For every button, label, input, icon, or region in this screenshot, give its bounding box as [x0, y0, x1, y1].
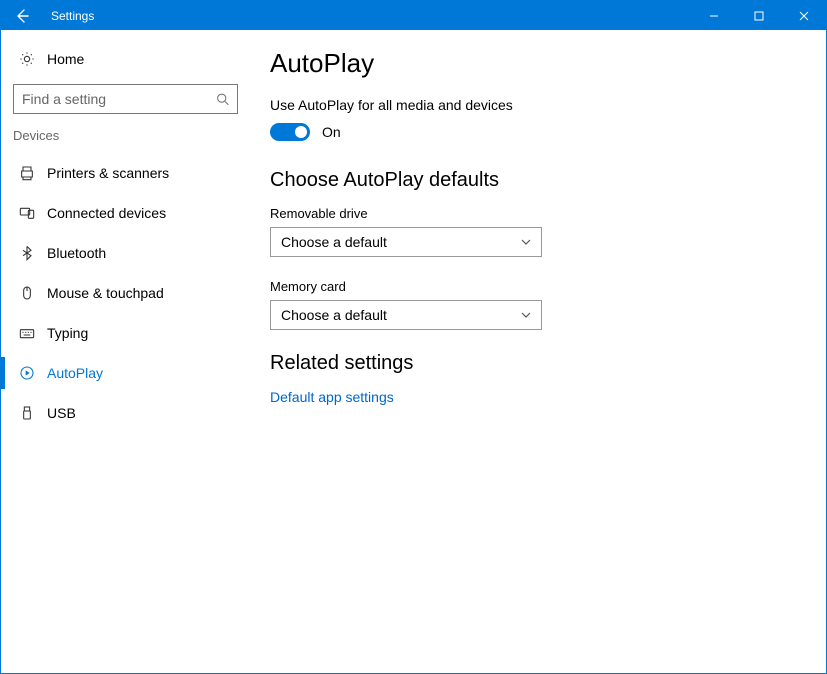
chevron-down-icon: [521, 310, 531, 320]
titlebar: Settings: [1, 1, 826, 30]
usb-icon: [19, 405, 41, 421]
back-button[interactable]: [1, 1, 43, 30]
section-title: Devices: [13, 128, 246, 143]
bluetooth-icon: [19, 245, 41, 261]
defaults-heading: Choose AutoPlay defaults: [270, 169, 802, 192]
removable-drive-select[interactable]: Choose a default: [270, 227, 542, 257]
sidebar-item-typing[interactable]: Typing: [11, 313, 246, 353]
sidebar-item-autoplay[interactable]: AutoPlay: [11, 353, 246, 393]
close-icon: [799, 11, 809, 21]
memory-card-select[interactable]: Choose a default: [270, 300, 542, 330]
window-controls: [691, 1, 826, 30]
maximize-icon: [754, 11, 764, 21]
arrow-left-icon: [14, 8, 30, 24]
autoplay-toggle[interactable]: [270, 123, 310, 141]
nav-label: USB: [47, 405, 76, 421]
sidebar-item-usb[interactable]: USB: [11, 393, 246, 433]
close-button[interactable]: [781, 1, 826, 30]
sidebar-item-bluetooth[interactable]: Bluetooth: [11, 233, 246, 273]
sidebar: Home Devices Printers & scanners Connect…: [1, 30, 246, 673]
gear-icon: [19, 51, 41, 67]
nav-label: Bluetooth: [47, 245, 106, 261]
sidebar-item-mouse[interactable]: Mouse & touchpad: [11, 273, 246, 313]
sidebar-item-connected-devices[interactable]: Connected devices: [11, 193, 246, 233]
nav-label: Printers & scanners: [47, 165, 169, 181]
toggle-state: On: [322, 124, 341, 140]
default-app-settings-link[interactable]: Default app settings: [270, 389, 802, 405]
page-title: AutoPlay: [270, 48, 802, 79]
keyboard-icon: [19, 325, 41, 341]
nav-label: Connected devices: [47, 205, 166, 221]
toggle-label: Use AutoPlay for all media and devices: [270, 97, 802, 113]
minimize-icon: [709, 11, 719, 21]
home-button[interactable]: Home: [11, 40, 246, 78]
window-title: Settings: [43, 1, 691, 30]
minimize-button[interactable]: [691, 1, 736, 30]
toggle-knob: [295, 126, 307, 138]
related-heading: Related settings: [270, 352, 802, 375]
autoplay-icon: [19, 365, 41, 381]
printer-icon: [19, 165, 41, 181]
search-icon: [216, 92, 229, 106]
nav-label: Typing: [47, 325, 88, 341]
mouse-icon: [19, 285, 41, 301]
select-value: Choose a default: [281, 307, 387, 323]
select-value: Choose a default: [281, 234, 387, 250]
maximize-button[interactable]: [736, 1, 781, 30]
nav-label: AutoPlay: [47, 365, 103, 381]
search-input[interactable]: [22, 91, 216, 107]
removable-label: Removable drive: [270, 206, 802, 221]
sidebar-item-printers[interactable]: Printers & scanners: [11, 153, 246, 193]
search-box[interactable]: [13, 84, 238, 114]
devices-icon: [19, 205, 41, 221]
nav-label: Mouse & touchpad: [47, 285, 164, 301]
main-content: AutoPlay Use AutoPlay for all media and …: [246, 30, 826, 673]
chevron-down-icon: [521, 237, 531, 247]
home-label: Home: [47, 51, 84, 67]
memory-label: Memory card: [270, 279, 802, 294]
